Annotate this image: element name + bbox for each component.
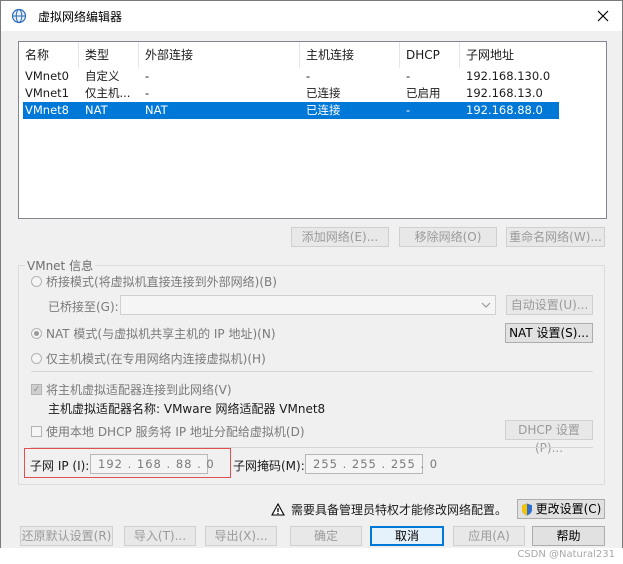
cell-external: NAT [145, 103, 168, 117]
restore-defaults-button[interactable]: 还原默认设置(R) [20, 526, 113, 546]
bridge-mode-radio[interactable]: 桥接模式(将虚拟机直接连接到外部网络)(B) [31, 273, 277, 290]
nat-settings-button[interactable]: NAT 设置(S)... [505, 323, 593, 343]
bridged-to-label: 已桥接至(G): [48, 300, 119, 314]
nat-mode-label: NAT 模式(与虚拟机共享主机的 IP 地址)(N) [46, 327, 276, 341]
list-header: 名称 类型 外部连接 主机连接 DHCP 子网地址 [19, 42, 606, 68]
adapter-name-text: 主机虚拟适配器名称: VMware 网络适配器 VMnet8 [48, 402, 326, 416]
remove-network-button[interactable]: 移除网络(O) [399, 227, 497, 247]
table-row-selected[interactable]: VMnet8 NAT NAT 已连接 - 192.168.88.0 [23, 102, 559, 119]
host-only-label: 仅主机模式(在专用网络内连接虚拟机)(H) [46, 352, 266, 366]
radio-icon [31, 353, 42, 364]
checkbox-icon [31, 426, 42, 437]
network-globe-icon [11, 8, 27, 24]
use-dhcp-label: 使用本地 DHCP 服务将 IP 地址分配给虚拟机(D) [46, 425, 305, 439]
cell-subnet: 192.168.130.0 [466, 69, 551, 83]
cell-dhcp: - [406, 69, 411, 83]
window-title: 虚拟网络编辑器 [38, 10, 123, 24]
cell-type: 自定义 [85, 69, 120, 83]
cell-dhcp: 已启用 [406, 86, 441, 100]
cell-name: VMnet0 [25, 69, 69, 83]
cell-type: 仅主机... [85, 86, 131, 100]
import-button[interactable]: 导入(T)... [124, 526, 196, 546]
admin-shield-icon [521, 503, 532, 515]
divider [31, 371, 593, 372]
cell-dhcp: - [406, 103, 411, 117]
cell-subnet: 192.168.88.0 [466, 103, 543, 117]
add-network-button[interactable]: 添加网络(E)... [291, 227, 389, 247]
subnet-mask-field[interactable]: 255 . 255 . 255 . 0 [305, 454, 437, 474]
apply-button[interactable]: 应用(A) [453, 526, 525, 546]
ok-button[interactable]: 确定 [290, 526, 362, 546]
column-header-external[interactable]: 外部连接 [139, 42, 300, 68]
column-header-dhcp[interactable]: DHCP [400, 42, 460, 68]
cell-host: 已连接 [306, 103, 341, 117]
cell-name: VMnet1 [25, 86, 69, 100]
cell-external: - [145, 69, 150, 83]
dhcp-settings-button[interactable]: DHCP 设置(P)... [505, 420, 593, 455]
column-header-name[interactable]: 名称 [19, 42, 79, 68]
cell-subnet: 192.168.13.0 [466, 86, 543, 100]
close-icon [597, 10, 609, 22]
table-row[interactable]: VMnet0 自定义 - - - 192.168.130.0 [23, 68, 559, 85]
host-only-radio[interactable]: 仅主机模式(在专用网络内连接虚拟机)(H) [31, 350, 266, 367]
change-settings-label: 更改设置(C) [535, 502, 602, 516]
nat-mode-radio[interactable]: NAT 模式(与虚拟机共享主机的 IP 地址)(N) [31, 325, 276, 342]
checkmark-icon: ✓ [31, 384, 42, 395]
admin-warning: 需要具备管理员特权才能修改网络配置。 [271, 501, 507, 518]
network-list[interactable]: 名称 类型 外部连接 主机连接 DHCP 子网地址 VMnet0 自定义 - -… [18, 41, 607, 219]
cell-host: 已连接 [306, 86, 341, 100]
warning-icon [271, 503, 285, 516]
column-header-subnet[interactable]: 子网地址 [460, 42, 606, 68]
subnet-ip-field[interactable]: 192 . 168 . 88 . 0 [90, 454, 214, 474]
export-button[interactable]: 导出(X)... [205, 526, 277, 546]
cell-name: VMnet8 [25, 103, 69, 117]
auto-settings-button[interactable]: 自动设置(U)... [506, 295, 593, 315]
help-button[interactable]: 帮助 [532, 526, 605, 546]
radio-selected-icon [31, 328, 42, 339]
group-legend: VMnet 信息 [25, 257, 96, 274]
connect-adapter-checkbox[interactable]: ✓ 将主机虚拟适配器连接到此网络(V) [31, 381, 232, 398]
warning-text: 需要具备管理员特权才能修改网络配置。 [291, 503, 508, 517]
rename-network-button[interactable]: 重命名网络(W)... [506, 227, 605, 247]
subnet-ip-label: 子网 IP (I): [30, 459, 90, 473]
table-row[interactable]: VMnet1 仅主机... - 已连接 已启用 192.168.13.0 [23, 85, 559, 102]
column-header-host[interactable]: 主机连接 [300, 42, 400, 68]
bridge-mode-label: 桥接模式(将虚拟机直接连接到外部网络)(B) [46, 275, 277, 289]
chevron-down-icon [481, 302, 491, 308]
cell-type: NAT [85, 103, 108, 117]
title-bar: 虚拟网络编辑器 [1, 1, 622, 31]
virtual-network-editor-window: 虚拟网络编辑器 名称 类型 外部连接 主机连接 DHCP 子网地址 VMnet0… [0, 0, 623, 564]
change-settings-button[interactable]: 更改设置(C) [517, 499, 605, 519]
bridged-to-select[interactable] [120, 295, 496, 315]
subnet-mask-label: 子网掩码(M): [233, 459, 305, 473]
cell-external: - [145, 86, 150, 100]
connect-adapter-label: 将主机虚拟适配器连接到此网络(V) [46, 383, 232, 397]
cell-host: - [306, 69, 311, 83]
radio-icon [31, 276, 42, 287]
watermark: CSDN @Natural231 [517, 549, 615, 560]
cancel-button[interactable]: 取消 [370, 526, 444, 546]
use-dhcp-checkbox[interactable]: 使用本地 DHCP 服务将 IP 地址分配给虚拟机(D) [31, 423, 305, 440]
close-button[interactable] [590, 4, 616, 28]
column-header-type[interactable]: 类型 [79, 42, 139, 68]
